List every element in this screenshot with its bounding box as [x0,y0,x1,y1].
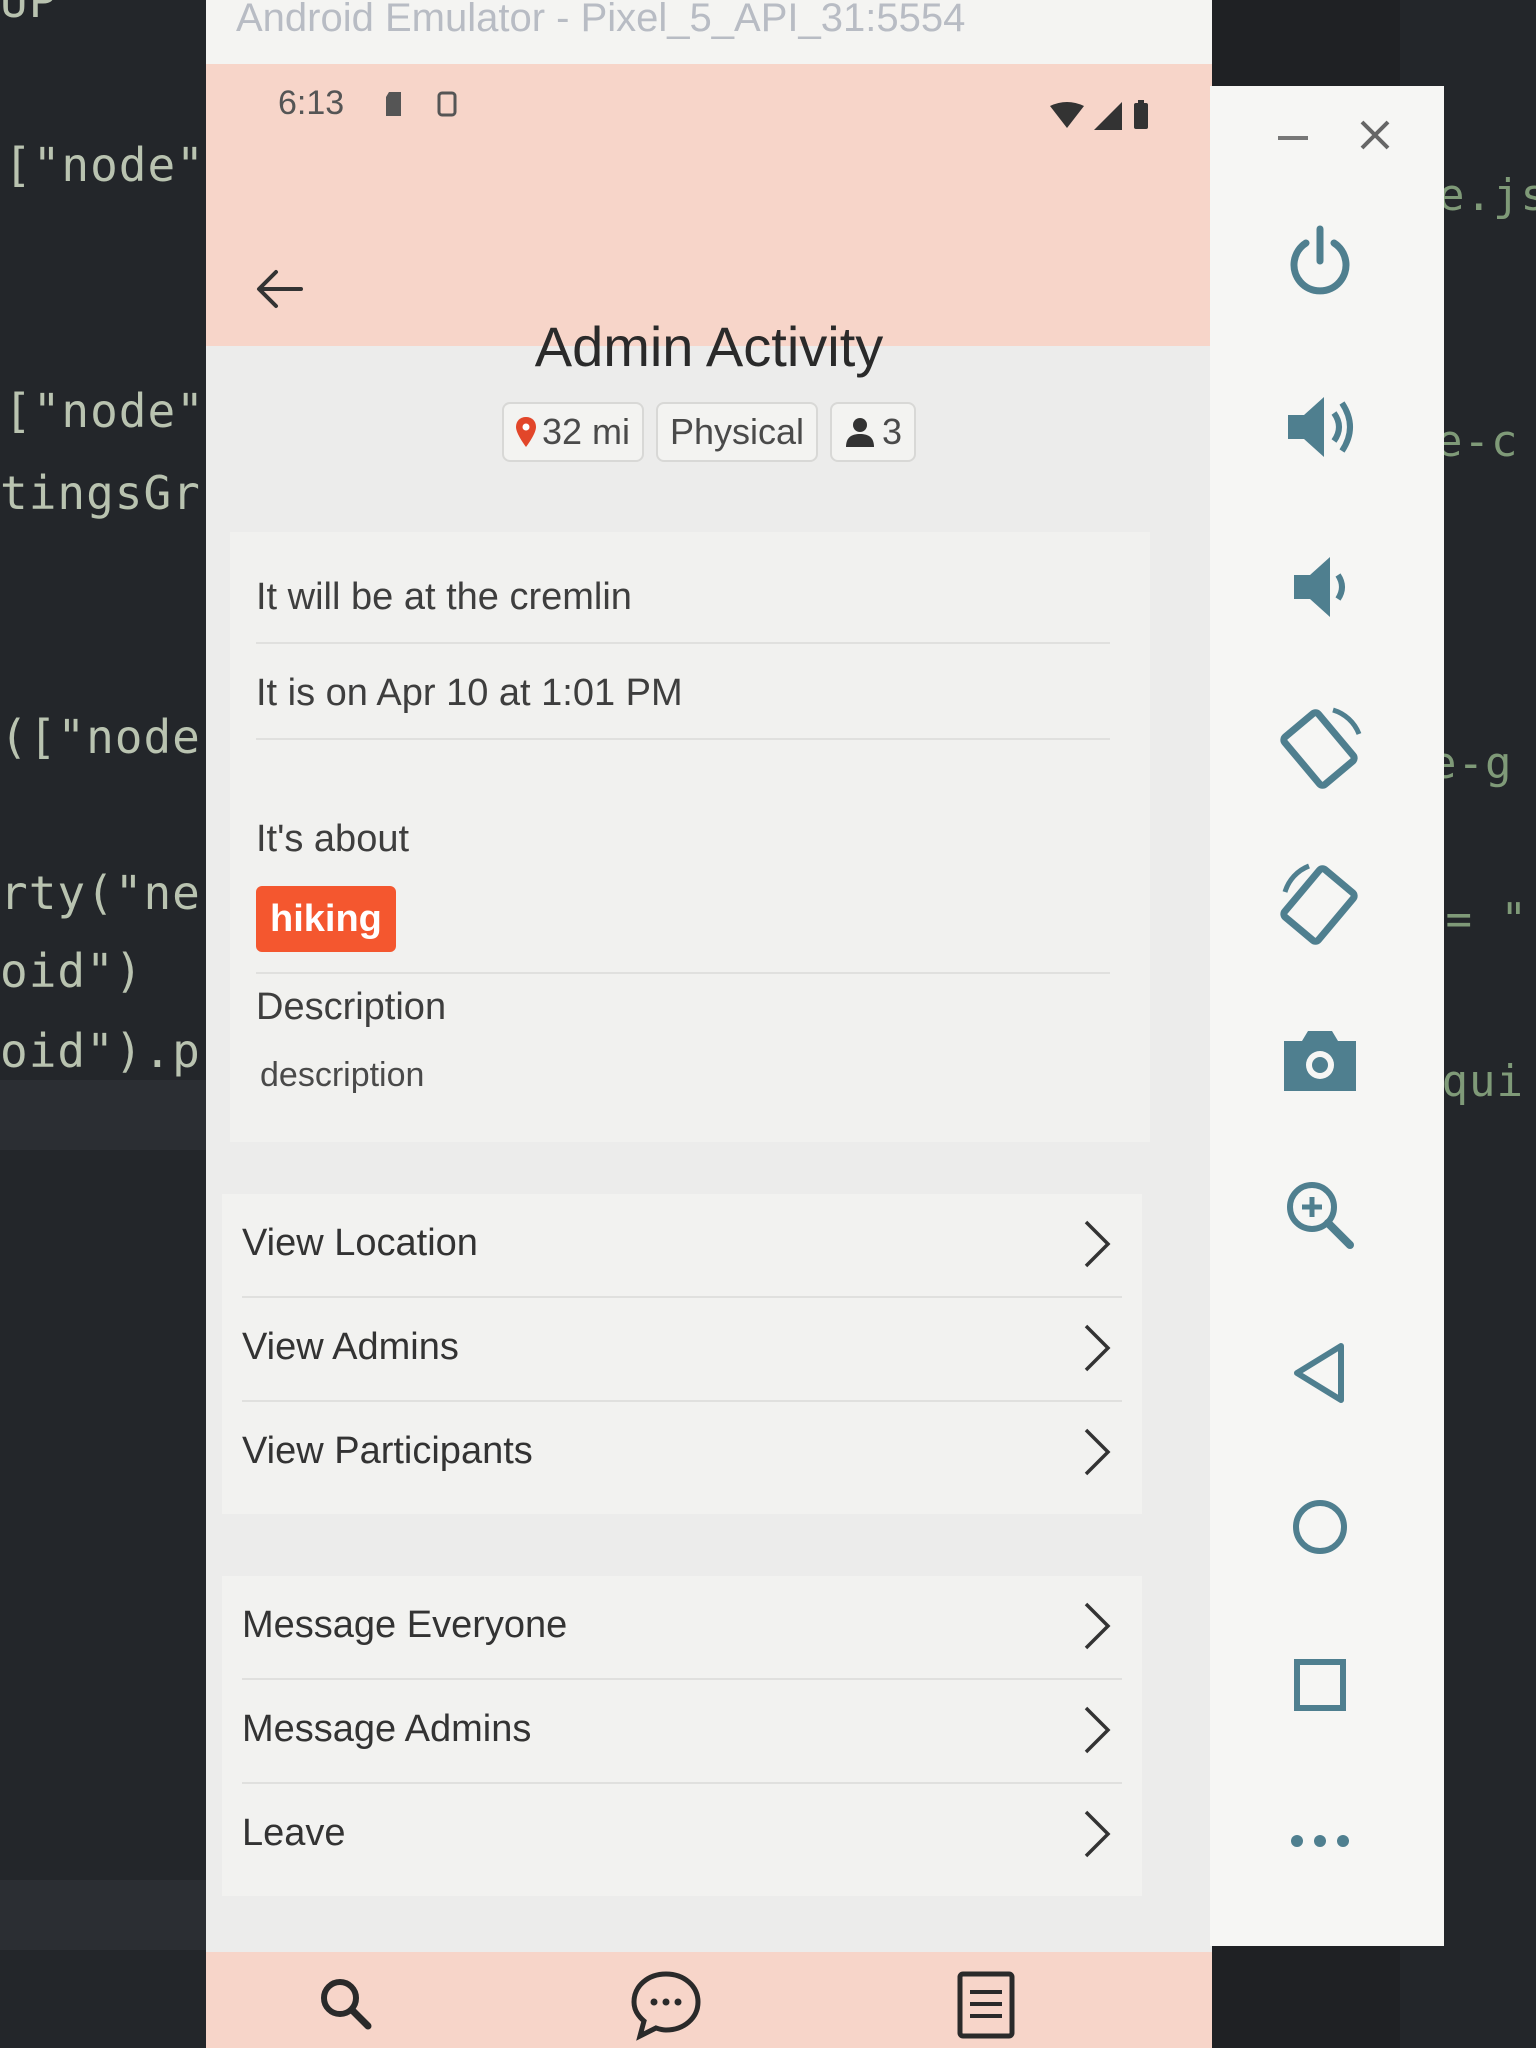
wifi-icon [1050,102,1084,128]
list-item-label: View Admins [242,1326,459,1368]
leave-item[interactable]: Leave [222,1784,1142,1888]
home-button[interactable] [1260,1472,1380,1582]
volume-down-button[interactable] [1260,532,1380,642]
about-label: It's about [256,818,410,860]
description-label: Description [256,986,447,1028]
activity-details-card: It will be at the cremlin It is on Apr 1… [230,532,1150,1142]
chevron-right-icon [1084,1810,1111,1858]
volume-up-icon [1288,397,1353,457]
code-line: rty("ne [0,866,201,920]
chevron-right-icon [1084,1602,1111,1650]
code-editor-left: UP ["node" ["node" tingsGr (["node rty("… [0,0,208,2048]
minimize-icon[interactable] [1268,110,1318,160]
chevron-right-icon [1084,1428,1111,1476]
location-pin-icon [515,417,536,447]
distance-chip: 32 mi [501,402,644,462]
list-item-label: View Participants [242,1430,533,1472]
divider [256,738,1110,740]
phone-screen: 6:13 Admin Activity 32 mi Physical 3 It … [206,64,1212,2048]
more-icon [1291,1835,1349,1847]
emulator-window-title: Android Emulator - Pixel_5_API_31:5554 [236,0,966,40]
code-line: ["node" [4,384,205,438]
volume-down-icon [1294,557,1345,617]
view-actions-list: View Location View Admins View Participa… [222,1194,1142,1514]
description-value: description [260,1056,425,1094]
list-item-label: View Location [242,1222,478,1264]
code-highlight-band [0,1880,208,1950]
rotate-right-icon [1280,863,1358,945]
list-item-label: Leave [242,1812,346,1854]
status-icons [1050,100,1150,130]
status-bar: 6:13 [206,64,1212,174]
home-circle-icon [1293,1500,1347,1554]
back-triangle-icon [1294,1343,1344,1403]
code-line: tingsGr [0,466,201,520]
power-button[interactable] [1260,206,1380,316]
participants-chip: 3 [830,402,917,462]
participants-count: 3 [882,411,903,452]
code-line: (["node [0,710,201,764]
chevron-right-icon [1084,1706,1111,1754]
sd-card-icon [386,92,401,116]
message-actions-list: Message Everyone Message Admins Leave [222,1576,1142,1896]
view-participants-item[interactable]: View Participants [222,1402,1142,1506]
search-icon[interactable] [306,1964,386,2044]
date-text: It is on Apr 10 at 1:01 PM [256,672,683,714]
code-line: e-c [1436,416,1519,467]
view-admins-item[interactable]: View Admins [222,1298,1142,1402]
distance-value: 32 mi [541,411,630,452]
message-everyone-item[interactable]: Message Everyone [222,1576,1142,1680]
status-time: 6:13 [278,84,345,122]
code-line: ["node" [4,138,205,192]
chevron-right-icon [1084,1220,1111,1268]
rotate-left-button[interactable] [1260,694,1380,804]
code-line: oid").p [0,1024,201,1078]
code-highlight-band [0,1080,208,1150]
camera-icon [1284,1031,1356,1091]
emulator-toolbar [1210,86,1444,1946]
battery-icon [1134,100,1148,129]
close-icon[interactable] [1350,110,1400,160]
code-line: e.js [1438,170,1536,221]
message-admins-item[interactable]: Message Admins [222,1680,1142,1784]
zoom-button[interactable] [1260,1160,1380,1270]
code-line: oid") [0,944,144,998]
view-location-item[interactable]: View Location [222,1194,1142,1298]
location-text: It will be at the cremlin [256,576,632,618]
back-button[interactable] [1260,1318,1380,1428]
rotate-left-icon [1280,707,1362,789]
person-icon [846,418,875,447]
bottom-navigation [206,1952,1212,2048]
zoom-in-icon [1287,1182,1354,1249]
chat-icon[interactable] [626,1964,706,2044]
page-title: Admin Activity [534,315,884,378]
storage-icon [437,91,457,117]
chevron-right-icon [1084,1324,1111,1372]
list-item-label: Message Everyone [242,1604,568,1646]
more-button[interactable] [1260,1786,1380,1896]
divider [256,972,1110,974]
activity-chips: 32 mi Physical 3 [206,402,1212,462]
emulator-window: Android Emulator - Pixel_5_API_31:5554 6… [206,0,1212,2048]
list-icon[interactable] [946,1964,1026,2044]
rotate-right-button[interactable] [1260,850,1380,960]
list-item-label: Message Admins [242,1708,532,1750]
volume-up-button[interactable] [1260,372,1380,482]
activity-type-value: Physical [669,411,805,452]
divider [256,642,1110,644]
activity-type-chip: Physical [655,402,819,462]
overview-button[interactable] [1260,1630,1380,1740]
power-icon [1290,225,1350,295]
interest-tag: hiking [256,886,396,952]
signal-icon [1094,102,1122,130]
overview-square-icon [1294,1659,1346,1711]
screenshot-button[interactable] [1260,1006,1380,1116]
code-line: UP [0,0,58,28]
